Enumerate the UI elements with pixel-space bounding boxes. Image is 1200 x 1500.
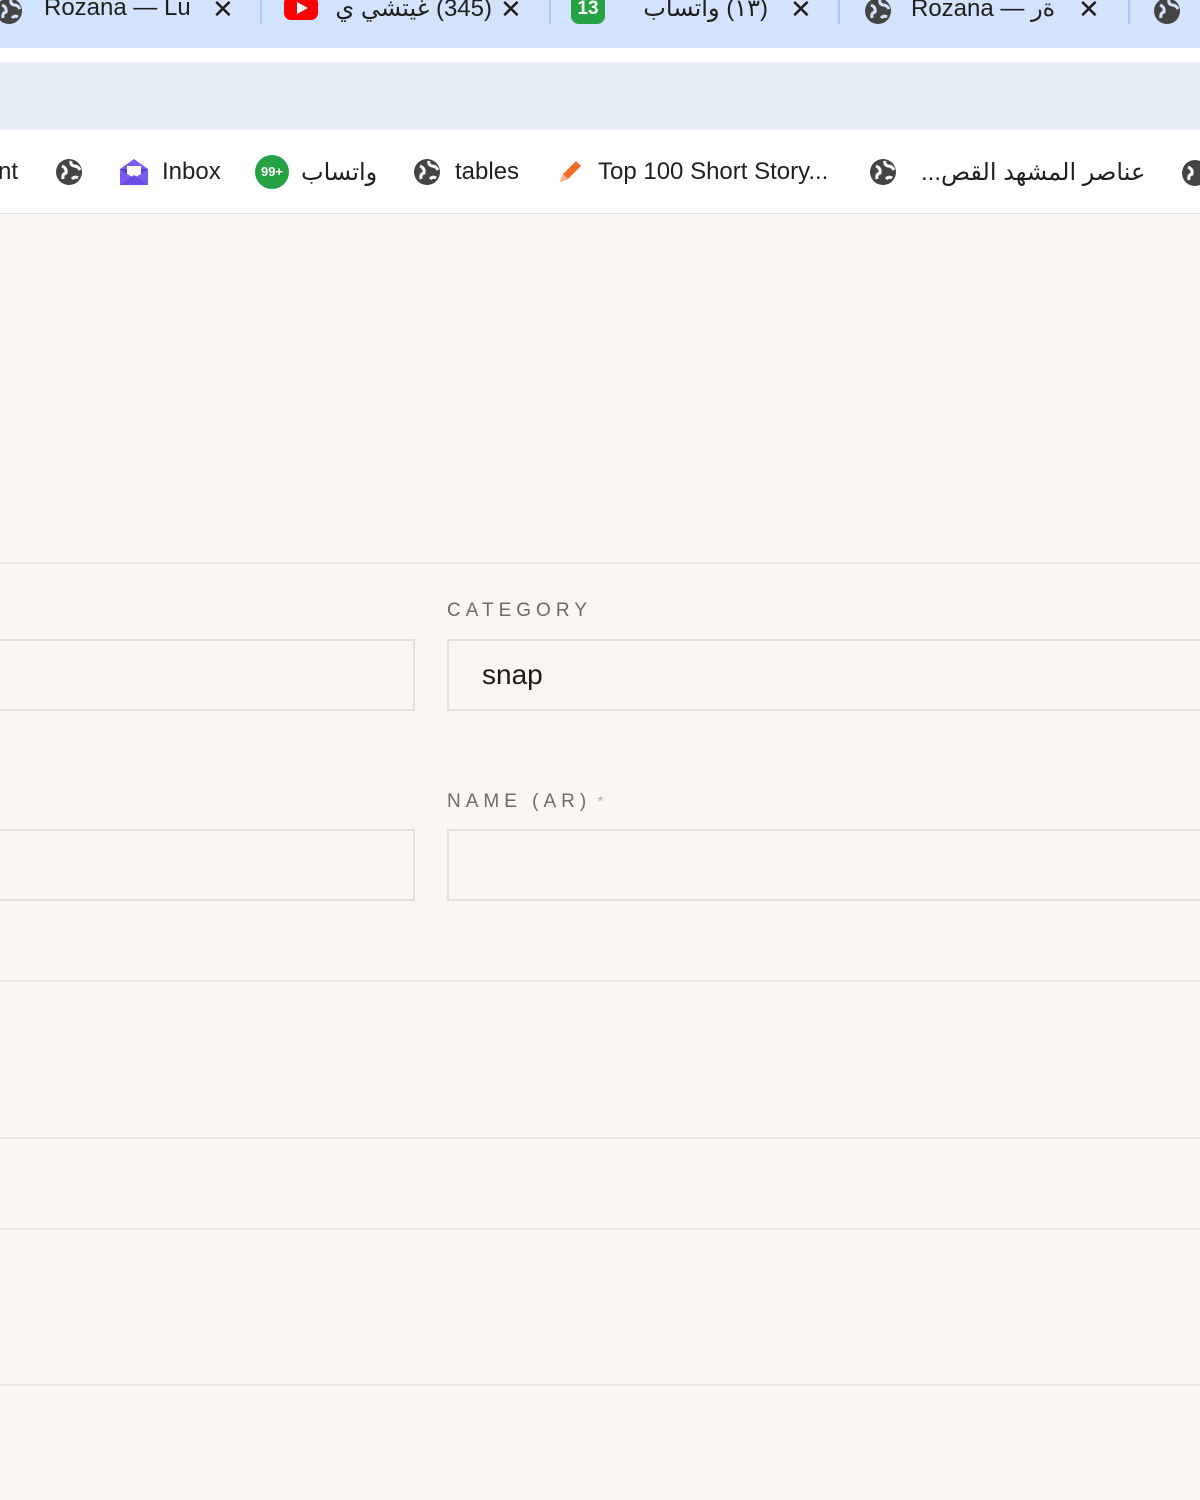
divider xyxy=(0,1384,1200,1386)
youtube-icon xyxy=(284,0,318,20)
tab-close-button[interactable]: ✕ xyxy=(790,0,812,24)
tab-title: Rozana — Lu xyxy=(44,0,189,21)
globe-icon xyxy=(414,159,440,185)
required-mark: * xyxy=(597,794,609,811)
tab-title: (١٣) واتساب xyxy=(643,0,768,22)
bookmark-label: nt xyxy=(0,158,19,185)
name-ar-label-text: NAME (AR) xyxy=(447,791,592,812)
left-field-input-2[interactable] xyxy=(0,829,415,901)
tab-rozana-1[interactable]: Rozana — Lu ✕ xyxy=(0,0,250,30)
divider xyxy=(0,1137,1200,1139)
tab-separator xyxy=(549,0,551,24)
bookmark-label: واتساب xyxy=(301,158,378,186)
whatsapp-icon: 13 xyxy=(571,0,605,24)
left-field-input[interactable] xyxy=(0,639,415,711)
globe-icon xyxy=(865,0,891,24)
bookmark-whatsapp[interactable]: 99+ واتساب xyxy=(255,155,378,189)
tab-close-button[interactable]: ✕ xyxy=(1078,0,1100,24)
name-ar-label: NAME (AR) * xyxy=(447,791,608,813)
bookmark-inbox[interactable]: Inbox xyxy=(118,156,221,188)
tab-close-button[interactable]: ✕ xyxy=(212,0,234,24)
globe-icon xyxy=(56,159,82,185)
inbox-icon xyxy=(120,159,148,185)
bookmark-short-stories[interactable]: Top 100 Short Story... xyxy=(556,156,828,188)
tab-whatsapp[interactable]: 13 (١٣) واتساب ✕ xyxy=(560,0,830,30)
tab-rozana-2[interactable]: Rozana — ةر ✕ xyxy=(848,0,1128,30)
bookmark-story-elements[interactable]: عناصر المشهد القص... xyxy=(868,156,1145,188)
toolbar-divider xyxy=(0,48,1200,62)
divider xyxy=(0,562,1200,564)
category-label: CATEGORY xyxy=(447,600,592,621)
bookmark-globe[interactable] xyxy=(54,156,84,188)
tab-strip: Rozana — Lu ✕ (345) غيتشي ي ✕ 13 (١٣) وا… xyxy=(0,0,1200,48)
tab-separator xyxy=(838,0,840,24)
bookmark-label: tables xyxy=(455,158,520,185)
tab-title: (345) غيتشي ي xyxy=(335,0,492,22)
divider xyxy=(0,1228,1200,1230)
globe-icon xyxy=(0,0,22,24)
tab-title: Rozana — ةر xyxy=(911,0,1056,22)
bookmarks-bar: nt Inbox 99+ واتساب tables Top 100 Short… xyxy=(0,130,1200,214)
whatsapp-icon: 99+ xyxy=(255,155,289,189)
address-bar-area[interactable] xyxy=(0,62,1200,130)
tab-close-button[interactable]: ✕ xyxy=(500,0,522,24)
name-ar-input[interactable] xyxy=(447,829,1200,901)
bookmark-tables[interactable]: tables xyxy=(412,156,519,188)
bookmark-label: Top 100 Short Story... xyxy=(598,158,829,185)
tab-youtube[interactable]: (345) غيتشي ي ✕ xyxy=(270,0,540,30)
divider xyxy=(0,980,1200,982)
bookmark-label: عناصر المشهد القص... xyxy=(921,158,1146,186)
tab-separator xyxy=(1128,0,1130,24)
tab-separator xyxy=(260,0,262,24)
bookmark-partial[interactable]: nt xyxy=(0,156,18,188)
globe-icon xyxy=(870,159,896,185)
globe-icon[interactable] xyxy=(1180,158,1200,188)
bookmark-label: Inbox xyxy=(162,158,221,185)
category-input[interactable]: snap xyxy=(447,639,1200,711)
globe-icon[interactable] xyxy=(1152,0,1182,26)
pencil-icon xyxy=(560,161,581,182)
